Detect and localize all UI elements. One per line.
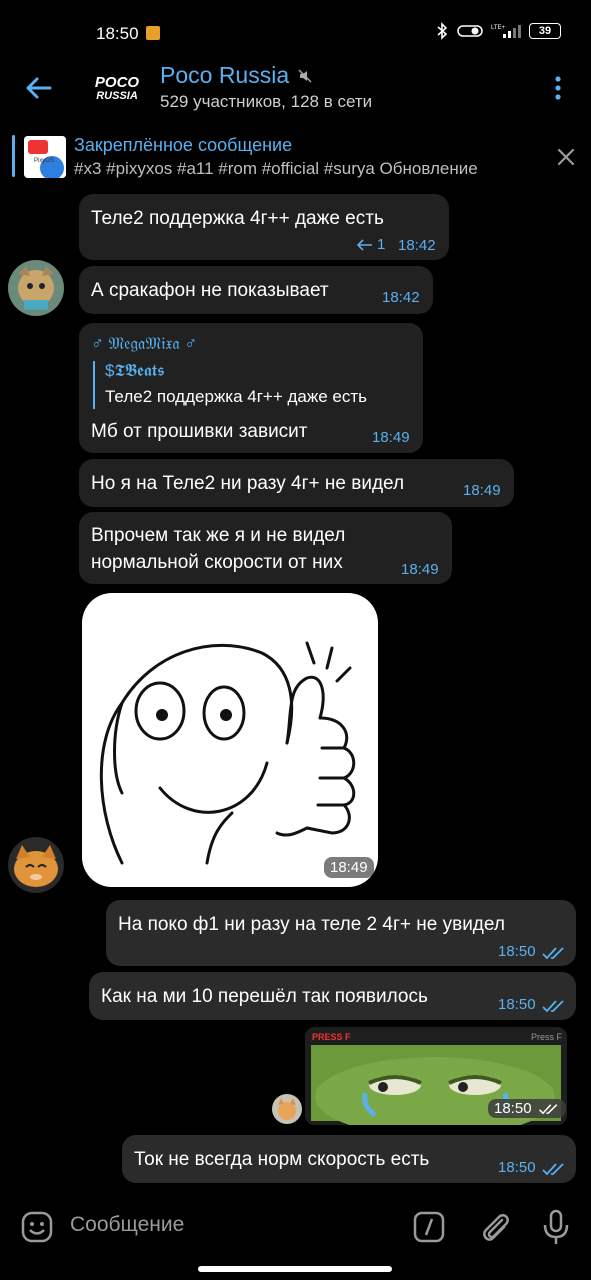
read-check-icon bbox=[542, 1000, 564, 1013]
message-text: На поко ф1 ни разу на теле 2 4г+ не увид… bbox=[118, 914, 505, 935]
microphone-icon[interactable] bbox=[540, 1208, 572, 1246]
user-avatar[interactable] bbox=[8, 837, 64, 893]
message-text: Ток не всегда норм скорость есть bbox=[134, 1149, 430, 1170]
message-bubble[interactable]: Как на ми 10 перешёл так появилось 18:50 bbox=[89, 972, 576, 1020]
message-text-line: Впрочем так же я и не видел bbox=[91, 525, 346, 546]
message-text: Но я на Теле2 ни разу 4г+ не видел bbox=[91, 473, 405, 494]
bot-commands-icon[interactable] bbox=[412, 1210, 446, 1244]
message-time: 18:50 bbox=[498, 943, 536, 960]
battery-icon: 39 bbox=[529, 23, 561, 39]
toggle-icon bbox=[457, 25, 483, 37]
gif-message[interactable]: PRESS F Press F 18:50 bbox=[305, 1027, 567, 1125]
message-bubble[interactable]: ♂ 𝔐𝔢𝔤𝔞𝔐𝔦𝔵𝔞 ♂ $𝕿𝕭𝖊𝖆𝖙𝖘 Теле2 поддержка 4г+… bbox=[79, 323, 423, 453]
reply-arrow-icon bbox=[357, 238, 372, 251]
bluetooth-icon bbox=[437, 22, 448, 40]
meme-face-image bbox=[99, 641, 356, 865]
replies-counter[interactable]: 1 bbox=[357, 236, 385, 253]
read-check-icon bbox=[542, 947, 564, 960]
signal-icon: LTE+ bbox=[491, 25, 521, 38]
more-menu-icon[interactable] bbox=[548, 74, 568, 102]
back-arrow-icon[interactable] bbox=[22, 72, 54, 104]
message-time: 18:50 bbox=[498, 996, 536, 1013]
message-text: А сракафон не показывает bbox=[91, 280, 329, 301]
message-text: Мб от прошивки зависит bbox=[91, 421, 308, 442]
pinned-text: #x3 #pixyxos #a11 #rom #official #surya … bbox=[74, 159, 478, 178]
chat-title-text: Poco Russia bbox=[160, 62, 290, 88]
sender-name[interactable]: ♂ 𝔐𝔢𝔤𝔞𝔐𝔦𝔵𝔞 ♂ bbox=[91, 334, 197, 354]
quoted-reply[interactable]: $𝕿𝕭𝖊𝖆𝖙𝖘 Теле2 поддержка 4г++ даже есть bbox=[93, 361, 415, 409]
close-icon[interactable] bbox=[556, 147, 576, 167]
status-time: 18:50 bbox=[96, 24, 139, 43]
sticker-time: 18:49 bbox=[324, 857, 374, 878]
sticker[interactable]: 18:49 bbox=[82, 593, 378, 887]
message-text: Как на ми 10 перешёл так появилось bbox=[101, 986, 428, 1007]
group-avatar[interactable]: POCO RUSSIA bbox=[87, 60, 147, 116]
message-time: 18:50 bbox=[494, 1100, 532, 1117]
chat-title[interactable]: Poco Russia bbox=[160, 62, 313, 89]
message-time: 18:49 bbox=[401, 561, 439, 578]
message-text-line: нормальной скорости от них bbox=[91, 552, 343, 573]
gif-caption-left: PRESS F bbox=[312, 1032, 351, 1042]
home-indicator[interactable] bbox=[198, 1266, 392, 1272]
emoji-icon[interactable] bbox=[20, 1210, 54, 1244]
gif-time-badge: 18:50 bbox=[488, 1099, 566, 1118]
message-bubble[interactable]: Но я на Теле2 ни разу 4г+ не видел 18:49 bbox=[79, 459, 514, 507]
svg-text:PixyOS: PixyOS bbox=[34, 158, 54, 164]
message-time: 18:42 bbox=[398, 237, 436, 254]
message-bubble[interactable]: На поко ф1 ни разу на теле 2 4г+ не увид… bbox=[106, 900, 576, 966]
message-input[interactable]: Сообщение bbox=[70, 1213, 184, 1237]
message-bubble[interactable]: Теле2 поддержка 4г++ даже есть 1 18:42 bbox=[79, 194, 449, 260]
message-time: 18:49 bbox=[463, 482, 501, 499]
message-text: Теле2 поддержка 4г++ даже есть bbox=[91, 208, 384, 229]
muted-icon bbox=[298, 68, 312, 83]
replies-count: 1 bbox=[377, 236, 386, 253]
gif-caption-right: Press F bbox=[531, 1032, 563, 1042]
user-avatar[interactable] bbox=[8, 260, 64, 316]
message-bubble[interactable]: А сракафон не показывает 18:42 bbox=[79, 266, 433, 314]
pinned-thumbnail: PixyOS bbox=[24, 136, 66, 178]
message-time: 18:49 bbox=[372, 429, 410, 446]
chat-subtitle: 529 участников, 128 в сети bbox=[160, 92, 373, 111]
svg-text:LTE+: LTE+ bbox=[491, 25, 506, 31]
pinned-indicator bbox=[12, 135, 15, 177]
notification-icon bbox=[146, 26, 160, 40]
pinned-title: Закреплённое сообщение bbox=[74, 135, 293, 155]
read-check-icon bbox=[542, 1163, 564, 1176]
message-bubble[interactable]: Впрочем так же я и не видел нормальной с… bbox=[79, 512, 452, 584]
logo-text-poco: POCO bbox=[94, 73, 140, 91]
message-time: 18:50 bbox=[498, 1159, 536, 1176]
read-check-icon bbox=[538, 1103, 557, 1114]
attach-icon[interactable] bbox=[478, 1208, 512, 1246]
message-bubble[interactable]: Ток не всегда норм скорость есть 18:50 bbox=[122, 1135, 576, 1183]
message-time: 18:42 bbox=[382, 289, 420, 306]
quoted-text: Теле2 поддержка 4г++ даже есть bbox=[105, 387, 368, 406]
quoted-sender: $𝕿𝕭𝖊𝖆𝖙𝖘 bbox=[105, 361, 165, 380]
status-icons: LTE+ 39 bbox=[435, 22, 561, 40]
user-avatar[interactable] bbox=[272, 1094, 302, 1124]
logo-text-russia: RUSSIA bbox=[96, 89, 138, 102]
